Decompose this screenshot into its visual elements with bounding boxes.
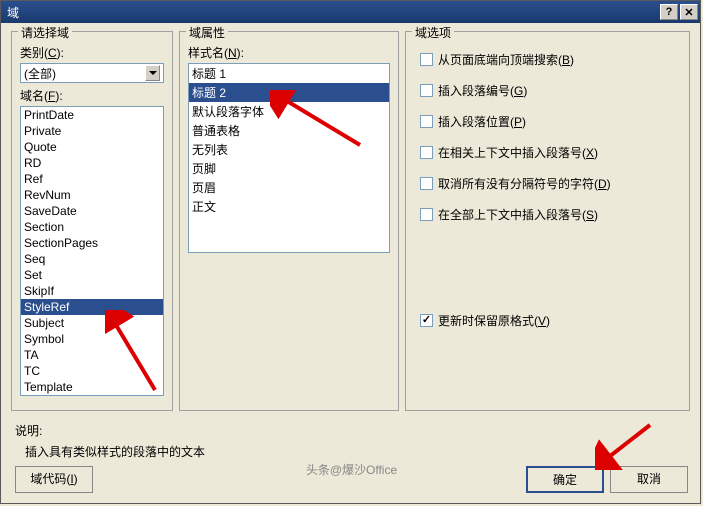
titlebar-buttons: ? ✕ <box>660 4 698 20</box>
titlebar: 域 ? ✕ <box>1 1 700 23</box>
list-item[interactable]: Ref <box>21 171 163 187</box>
preserve-checkbox[interactable] <box>420 314 433 327</box>
field-listbox[interactable]: PrintDatePrivateQuoteRDRefRevNumSaveDate… <box>20 106 164 396</box>
select-field-column: 请选择域 类别(C): (全部) 域名(F): PrintDatePrivate… <box>11 31 173 412</box>
option-checkbox[interactable] <box>420 146 433 159</box>
field-props-column: 域属性 样式名(N): 标题 1标题 2默认段落字体普通表格无列表页脚页眉正文 <box>179 31 399 412</box>
list-item[interactable]: SectionPages <box>21 235 163 251</box>
style-listbox[interactable]: 标题 1标题 2默认段落字体普通表格无列表页脚页眉正文 <box>188 63 390 253</box>
description-text: 插入具有类似样式的段落中的文本 <box>25 443 700 460</box>
window-title: 域 <box>7 4 660 21</box>
option-row[interactable]: 插入段落编号(G) <box>420 82 681 99</box>
description-area: 说明: 插入具有类似样式的段落中的文本 <box>1 420 700 466</box>
list-item[interactable]: Symbol <box>21 331 163 347</box>
option-label: 在全部上下文中插入段落号(S) <box>438 206 598 223</box>
group-title-props: 域属性 <box>186 24 228 41</box>
category-value: (全部) <box>24 65 56 82</box>
list-item[interactable]: 页脚 <box>189 159 389 178</box>
option-row[interactable]: 从页面底端向顶端搜索(B) <box>420 51 681 68</box>
option-row[interactable]: 在相关上下文中插入段落号(X) <box>420 144 681 161</box>
list-item[interactable]: TA <box>21 347 163 363</box>
options-list: 从页面底端向顶端搜索(B) 插入段落编号(G) 插入段落位置(P) 在相关上下文中插入… <box>414 51 681 223</box>
list-item[interactable]: PrintDate <box>21 107 163 123</box>
ok-button[interactable]: 确定 <box>526 466 604 493</box>
field-options-group: 域选项 从页面底端向顶端搜索(B)插入段落编号(G)插入段落位置(P)在相关上下… <box>405 31 690 411</box>
list-item[interactable]: TC <box>21 363 163 379</box>
list-item[interactable]: Seq <box>21 251 163 267</box>
chevron-down-icon[interactable] <box>145 65 160 81</box>
list-item[interactable]: 标题 1 <box>189 64 389 83</box>
list-item[interactable]: 正文 <box>189 197 389 216</box>
description-label: 说明: <box>15 422 700 439</box>
preserve-label: 更新时保留原格式(V) <box>438 312 550 329</box>
option-checkbox[interactable] <box>420 208 433 221</box>
list-item[interactable]: Section <box>21 219 163 235</box>
option-label: 插入段落编号(G) <box>438 82 527 99</box>
option-row[interactable]: 取消所有没有分隔符号的字符(D) <box>420 175 681 192</box>
list-item[interactable]: SkipIf <box>21 283 163 299</box>
content-area: 请选择域 类别(C): (全部) 域名(F): PrintDatePrivate… <box>1 23 700 420</box>
field-props-group: 域属性 样式名(N): 标题 1标题 2默认段落字体普通表格无列表页脚页眉正文 <box>179 31 399 411</box>
list-item[interactable]: StyleRef <box>21 299 163 315</box>
option-label: 插入段落位置(P) <box>438 113 526 130</box>
option-label: 从页面底端向顶端搜索(B) <box>438 51 574 68</box>
list-item[interactable]: Subject <box>21 315 163 331</box>
list-item[interactable]: 标题 2 <box>189 83 389 102</box>
preserve-format-row[interactable]: 更新时保留原格式(V) <box>420 312 681 329</box>
list-item[interactable]: Set <box>21 267 163 283</box>
list-item[interactable]: Template <box>21 379 163 395</box>
list-item[interactable]: 无列表 <box>189 140 389 159</box>
option-label: 在相关上下文中插入段落号(X) <box>438 144 598 161</box>
group-title-select: 请选择域 <box>18 24 72 41</box>
option-label: 取消所有没有分隔符号的字符(D) <box>438 175 611 192</box>
list-item[interactable]: 普通表格 <box>189 121 389 140</box>
field-options-column: 域选项 从页面底端向顶端搜索(B)插入段落编号(G)插入段落位置(P)在相关上下… <box>405 31 690 412</box>
close-button[interactable]: ✕ <box>680 4 698 20</box>
list-item[interactable]: RD <box>21 155 163 171</box>
option-row[interactable]: 插入段落位置(P) <box>420 113 681 130</box>
list-item[interactable]: Private <box>21 123 163 139</box>
option-checkbox[interactable] <box>420 177 433 190</box>
category-label: 类别(C): <box>20 44 164 61</box>
fieldname-label: 域名(F): <box>20 87 164 104</box>
group-title-options: 域选项 <box>412 24 454 41</box>
dialog-window: 域 ? ✕ 请选择域 类别(C): (全部) 域名(F): PrintDateP… <box>0 0 701 504</box>
list-item[interactable]: 默认段落字体 <box>189 102 389 121</box>
watermark-text: 头条@爆沙Office <box>306 461 397 478</box>
list-item[interactable]: RevNum <box>21 187 163 203</box>
category-select[interactable]: (全部) <box>20 63 164 83</box>
fieldcode-button[interactable]: 域代码(I) <box>15 466 93 493</box>
stylename-label: 样式名(N): <box>188 44 390 61</box>
option-row[interactable]: 在全部上下文中插入段落号(S) <box>420 206 681 223</box>
help-button[interactable]: ? <box>660 4 678 20</box>
option-checkbox[interactable] <box>420 53 433 66</box>
select-field-group: 请选择域 类别(C): (全部) 域名(F): PrintDatePrivate… <box>11 31 173 411</box>
list-item[interactable]: SaveDate <box>21 203 163 219</box>
list-item[interactable]: 页眉 <box>189 178 389 197</box>
option-checkbox[interactable] <box>420 84 433 97</box>
cancel-button[interactable]: 取消 <box>610 466 688 493</box>
option-checkbox[interactable] <box>420 115 433 128</box>
list-item[interactable]: Quote <box>21 139 163 155</box>
